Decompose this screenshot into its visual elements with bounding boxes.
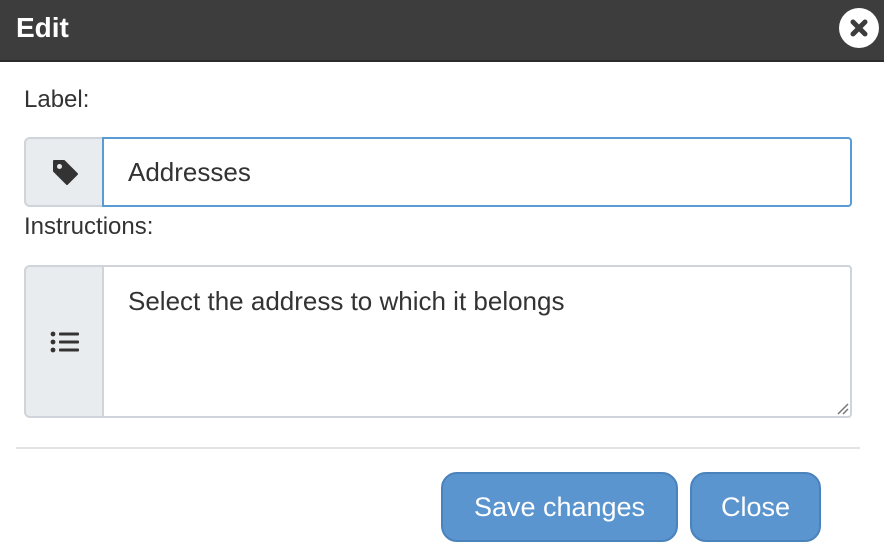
dialog-titlebar: Edit [0, 0, 884, 62]
resize-grip-icon[interactable] [834, 400, 850, 416]
instructions-field-label: Instructions: [24, 213, 154, 240]
close-button[interactable]: Close [690, 472, 821, 542]
edit-dialog: Edit Label: Instructions: [0, 0, 884, 556]
list-icon [50, 331, 79, 352]
instructions-addon [24, 265, 104, 418]
label-input-group [24, 137, 852, 207]
close-icon[interactable] [839, 8, 879, 48]
label-input[interactable] [102, 137, 852, 207]
footer-divider [16, 447, 860, 449]
instructions-textarea[interactable]: Select the address to which it belongs [102, 265, 852, 418]
tag-icon [53, 160, 78, 185]
label-addon [24, 137, 104, 207]
instructions-input-group: Select the address to which it belongs [24, 265, 852, 418]
dialog-title: Edit [16, 12, 69, 43]
label-field-label: Label: [24, 86, 90, 113]
save-changes-button[interactable]: Save changes [441, 472, 678, 542]
